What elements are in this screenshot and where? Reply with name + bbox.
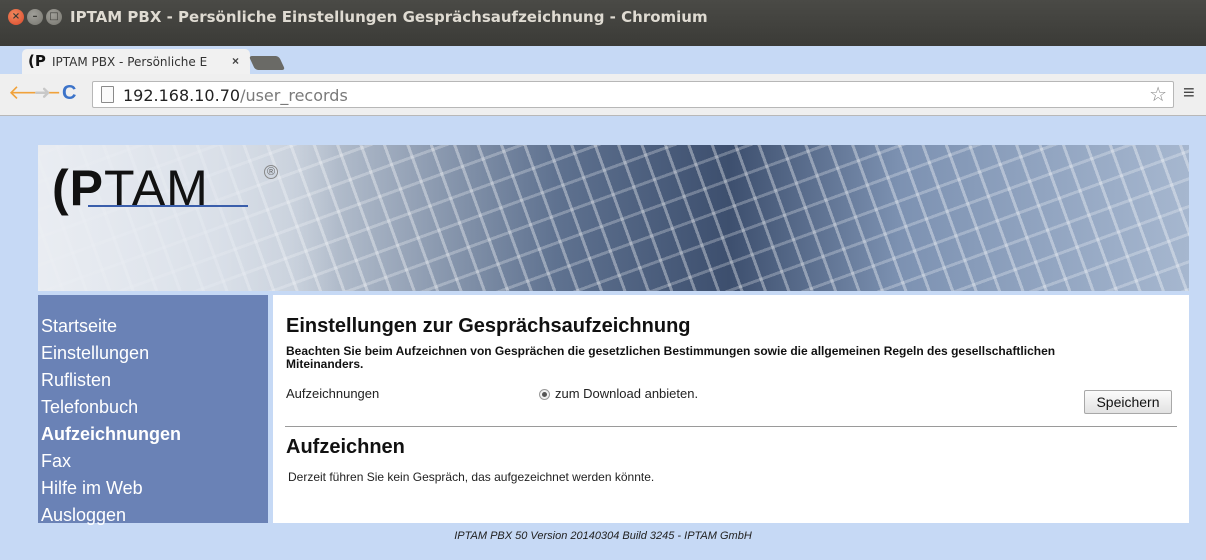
forward-arrow-icon[interactable]: ➜ xyxy=(34,82,51,104)
logo-underline xyxy=(88,205,248,207)
sidebar-item-telefonbuch[interactable]: Telefonbuch xyxy=(38,394,268,421)
hamburger-menu-icon[interactable]: ≡ xyxy=(1183,82,1195,104)
url-path: /user_records xyxy=(240,86,348,105)
sidebar-item-einstellungen[interactable]: Einstellungen xyxy=(38,340,268,367)
sidebar-item-startseite[interactable]: Startseite xyxy=(38,313,268,340)
window-titlebar: × – □ IPTAM PBX - Persönliche Einstellun… xyxy=(0,0,1206,46)
favicon-icon: (P xyxy=(28,52,46,70)
logo-text: TAM xyxy=(104,160,209,216)
sidebar-item-hilfe[interactable]: Hilfe im Web xyxy=(38,475,268,502)
url-host: 192.168.10.70 xyxy=(123,86,241,105)
tab-title: IPTAM PBX - Persönliche E xyxy=(52,55,208,69)
browser-toolbar: 🡐 ➜ C 192.168.10.70/user_records ☆ ≡ xyxy=(0,74,1206,116)
window-controls: × – □ xyxy=(8,9,62,25)
page-title: Einstellungen zur Gesprächsaufzeichnung xyxy=(286,315,691,337)
browser-tab[interactable]: (P IPTAM PBX - Persönliche E × xyxy=(22,49,250,74)
new-tab-button[interactable] xyxy=(248,56,286,70)
window-minimize-icon[interactable]: – xyxy=(27,9,43,25)
logo[interactable]: (PTAM xyxy=(52,159,209,217)
recordings-label: Aufzeichnungen xyxy=(286,386,380,401)
tab-close-icon[interactable]: × xyxy=(232,54,239,68)
reload-icon[interactable]: C xyxy=(62,82,76,104)
record-section-title: Aufzeichnen xyxy=(286,436,405,458)
main-content: Einstellungen zur Gesprächsaufzeichnung … xyxy=(273,295,1189,523)
window-close-icon[interactable]: × xyxy=(8,9,24,25)
header-banner: (PTAM ® xyxy=(38,145,1189,291)
window-title: IPTAM PBX - Persönliche Einstellungen Ge… xyxy=(70,8,708,26)
window-maximize-icon[interactable]: □ xyxy=(46,9,62,25)
download-radio[interactable] xyxy=(539,389,550,400)
sidebar-nav: Startseite Einstellungen Ruflisten Telef… xyxy=(38,295,268,525)
download-radio-label[interactable]: zum Download anbieten. xyxy=(555,386,698,401)
save-button[interactable]: Speichern xyxy=(1084,390,1172,414)
address-bar[interactable]: 192.168.10.70/user_records ☆ xyxy=(92,81,1174,108)
sidebar-item-ausloggen[interactable]: Ausloggen xyxy=(38,502,268,529)
page-icon xyxy=(101,86,114,103)
registered-mark-icon: ® xyxy=(264,165,278,179)
record-status: Derzeit führen Sie kein Gespräch, das au… xyxy=(288,470,655,484)
url-text[interactable]: 192.168.10.70/user_records xyxy=(123,86,348,105)
legal-notice: Beachten Sie beim Aufzeichnen von Gesprä… xyxy=(286,344,1056,371)
star-icon[interactable]: ☆ xyxy=(1149,84,1167,106)
sidebar-item-ruflisten[interactable]: Ruflisten xyxy=(38,367,268,394)
footer-version: IPTAM PBX 50 Version 20140304 Build 3245… xyxy=(454,530,752,542)
logo-mark: (P xyxy=(52,160,104,216)
sidebar-item-fax[interactable]: Fax xyxy=(38,448,268,475)
sidebar-item-aufzeichnungen[interactable]: Aufzeichnungen xyxy=(38,421,268,448)
section-divider xyxy=(285,426,1177,427)
